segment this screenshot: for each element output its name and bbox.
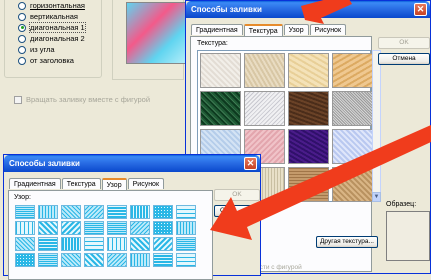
pattern-swatch[interactable] <box>38 205 58 219</box>
radio-from-corner[interactable]: из угла <box>18 44 102 55</box>
pattern-swatch[interactable] <box>38 253 58 267</box>
radio-label: вертикальная <box>30 12 78 21</box>
pattern-swatch[interactable] <box>130 221 150 235</box>
pattern-swatch[interactable] <box>15 205 35 219</box>
rotate-checkbox[interactable] <box>14 96 22 105</box>
tab-picture[interactable]: Рисунок <box>309 24 347 35</box>
pattern-swatch[interactable] <box>107 253 127 267</box>
texture-swatch[interactable] <box>200 53 241 88</box>
pattern-swatch[interactable] <box>84 205 104 219</box>
pattern-swatch[interactable] <box>107 205 127 219</box>
tab-pattern[interactable]: Узор <box>101 178 127 190</box>
close-icon[interactable]: ✕ <box>414 3 427 16</box>
shading-styles-list: горизонтальная вертикальная диагональная… <box>18 0 102 66</box>
texture-swatch[interactable] <box>332 167 373 202</box>
pattern-swatch[interactable] <box>176 237 196 251</box>
pattern-swatch[interactable] <box>38 237 58 251</box>
pattern-swatch[interactable] <box>153 237 173 251</box>
other-texture-button[interactable]: Другая текстура... <box>316 236 378 248</box>
pattern-swatch[interactable] <box>176 205 196 219</box>
texture-dialog-tabs: Градиентная Текстура Узор Рисунок <box>186 24 430 36</box>
dialog-title: Способы заливки <box>191 5 262 14</box>
texture-scrollbar[interactable] <box>372 50 381 202</box>
radio-label: из угла <box>30 45 55 54</box>
pattern-swatch[interactable] <box>153 253 173 267</box>
radio-label: диагональная 2 <box>30 34 85 43</box>
radio-diagonal-2[interactable]: диагональная 2 <box>18 33 102 44</box>
close-icon[interactable]: ✕ <box>244 157 257 170</box>
pattern-swatch[interactable] <box>84 253 104 267</box>
radio-label: горизонтальная <box>30 1 85 10</box>
rotate-checkbox-label: ести с фигурой <box>256 264 302 271</box>
pattern-swatch[interactable] <box>61 253 81 267</box>
tab-texture[interactable]: Текстура <box>61 178 101 189</box>
pattern-tab-panel: Узор: <box>8 190 213 280</box>
texture-swatch[interactable] <box>332 91 373 126</box>
cancel-button[interactable]: Отмена <box>378 53 430 65</box>
texture-swatch[interactable] <box>288 129 329 164</box>
pattern-swatch[interactable] <box>15 221 35 235</box>
rotate-with-shape-option[interactable]: ести с фигурой <box>256 264 302 271</box>
pattern-swatch[interactable] <box>61 205 81 219</box>
radio-label: диагональная 1 <box>29 22 86 33</box>
rotate-with-shape-option[interactable]: Вращать заливку вместе с фигурой <box>14 95 151 105</box>
texture-swatch[interactable] <box>332 129 373 164</box>
scroll-down-icon[interactable]: ▼ <box>372 192 381 202</box>
sample-label: Образец: <box>386 201 417 208</box>
pattern-grid <box>15 205 196 267</box>
ok-button[interactable]: OK <box>214 189 260 201</box>
radio-button[interactable] <box>18 12 26 21</box>
texture-swatch[interactable] <box>200 91 241 126</box>
tab-gradient[interactable]: Градиентная <box>191 24 243 35</box>
pattern-swatch[interactable] <box>153 221 173 235</box>
pattern-swatch[interactable] <box>153 205 173 219</box>
texture-swatch[interactable] <box>244 91 285 126</box>
radio-button[interactable] <box>18 56 26 65</box>
tab-pattern[interactable]: Узор <box>283 24 309 35</box>
radio-horizontal[interactable]: горизонтальная <box>18 0 102 11</box>
pattern-swatch[interactable] <box>107 237 127 251</box>
radio-button[interactable] <box>18 1 26 10</box>
texture-swatch[interactable] <box>288 167 329 202</box>
texture-dialog-titlebar[interactable]: Способы заливки ✕ <box>186 1 430 18</box>
radio-button[interactable] <box>18 45 26 54</box>
radio-label: от заголовка <box>30 56 74 65</box>
radio-button-selected[interactable] <box>18 23 26 32</box>
rotate-checkbox-label: Вращать заливку вместе с фигурой <box>26 95 151 104</box>
pattern-swatch[interactable] <box>84 221 104 235</box>
pattern-swatch[interactable] <box>38 221 58 235</box>
pattern-swatch[interactable] <box>61 221 81 235</box>
radio-button[interactable] <box>18 34 26 43</box>
texture-swatch[interactable] <box>288 91 329 126</box>
pattern-label: Узор: <box>14 194 31 201</box>
pattern-swatch[interactable] <box>176 221 196 235</box>
pattern-swatch[interactable] <box>61 237 81 251</box>
texture-label: Текстура: <box>197 40 228 47</box>
texture-swatch[interactable] <box>288 53 329 88</box>
tab-gradient[interactable]: Градиентная <box>9 178 61 189</box>
radio-from-title[interactable]: от заголовка <box>18 55 102 66</box>
dialog-title: Способы заливки <box>9 159 80 168</box>
ok-button[interactable]: OK <box>378 37 430 49</box>
pattern-swatch[interactable] <box>130 253 150 267</box>
texture-swatch[interactable] <box>332 53 373 88</box>
gradient-variant-tile[interactable] <box>126 2 186 64</box>
sample-preview <box>386 211 430 261</box>
pattern-swatch[interactable] <box>176 253 196 267</box>
cancel-button[interactable]: Отм <box>214 205 260 217</box>
pattern-swatch[interactable] <box>107 221 127 235</box>
pattern-fill-dialog: Способы заливки ✕ Градиентная Текстура У… <box>3 154 261 280</box>
pattern-swatch[interactable] <box>130 205 150 219</box>
tab-texture[interactable]: Текстура <box>243 24 283 36</box>
pattern-swatch[interactable] <box>84 237 104 251</box>
pattern-swatch[interactable] <box>15 237 35 251</box>
radio-vertical[interactable]: вертикальная <box>18 11 102 22</box>
texture-swatch[interactable] <box>244 53 285 88</box>
pattern-swatch[interactable] <box>15 253 35 267</box>
radio-diagonal-1[interactable]: диагональная 1 <box>18 22 102 33</box>
pattern-dialog-titlebar[interactable]: Способы заливки ✕ <box>4 155 260 172</box>
tab-picture[interactable]: Рисунок <box>127 178 165 189</box>
pattern-swatch[interactable] <box>130 237 150 251</box>
